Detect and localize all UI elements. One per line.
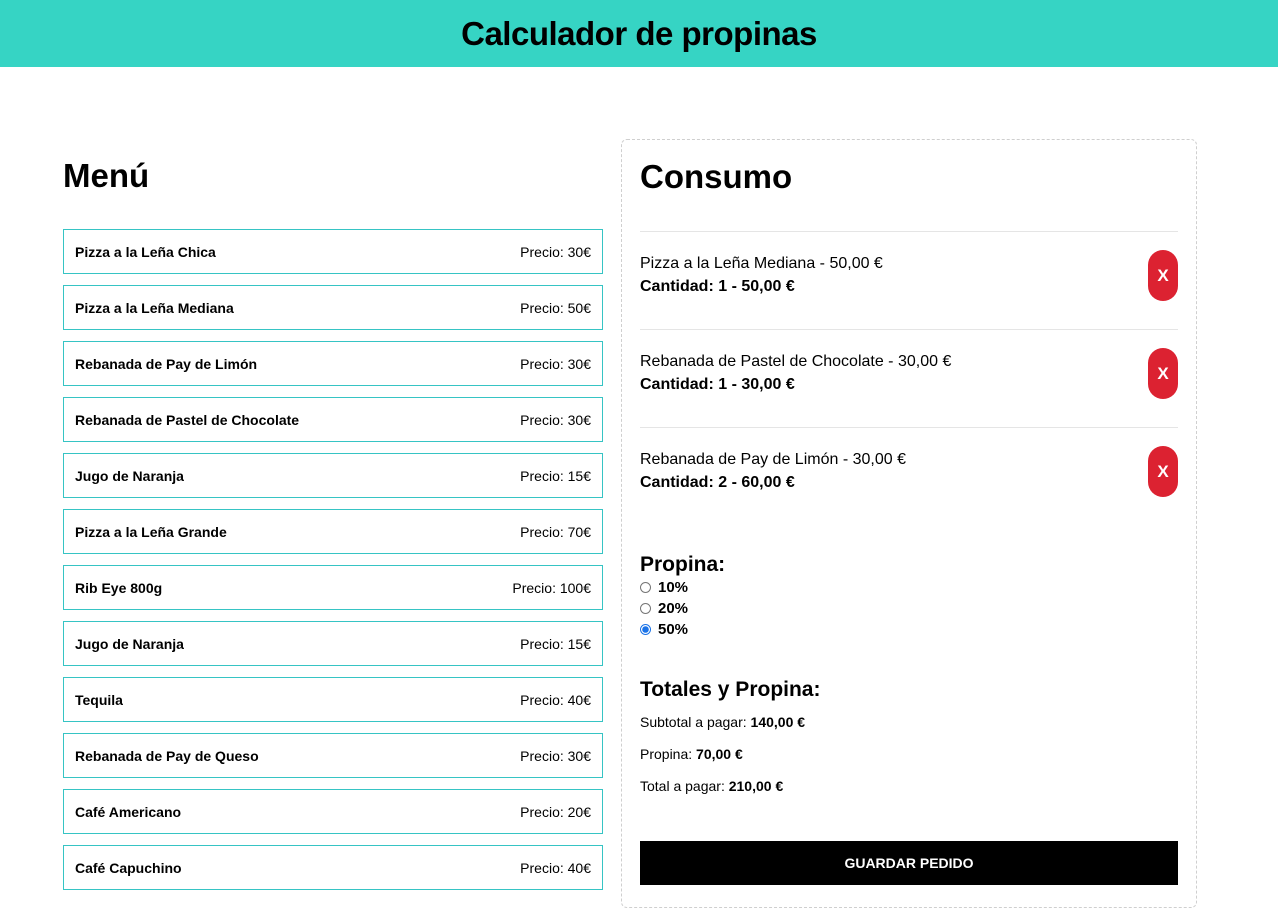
order-item-quantity: Cantidad: 2 - 60,00 € xyxy=(640,474,795,491)
menu-item-price: Precio: 15€ xyxy=(520,467,591,484)
menu-item[interactable]: Rebanada de Pastel de Chocolate Precio: … xyxy=(63,397,603,442)
menu-item-name: Tequila xyxy=(75,691,123,708)
subtotal-value: 140,00 € xyxy=(750,714,806,730)
menu-list: Pizza a la Leña Chica Precio: 30€ Pizza … xyxy=(63,229,603,901)
totals-title: Totales y Propina: xyxy=(640,678,821,701)
menu-item-name: Pizza a la Leña Mediana xyxy=(75,299,234,316)
menu-item[interactable]: Jugo de Naranja Precio: 15€ xyxy=(63,453,603,498)
subtotal-row: Subtotal a pagar: 140,00 € xyxy=(640,713,1178,731)
tip-option-label[interactable]: 50% xyxy=(658,621,688,638)
menu-item[interactable]: Rib Eye 800g Precio: 100€ xyxy=(63,565,603,610)
menu-item-name: Café Capuchino xyxy=(75,859,182,876)
menu-item[interactable]: Rebanada de Pay de Queso Precio: 30€ xyxy=(63,733,603,778)
app-header: Calculador de propinas xyxy=(0,0,1278,67)
tip-amount-value: 70,00 € xyxy=(696,746,743,762)
tip-radio-10[interactable] xyxy=(640,582,651,593)
consumo-title: Consumo xyxy=(640,158,793,195)
menu-item-price: Precio: 100€ xyxy=(512,579,591,596)
menu-item-price: Precio: 40€ xyxy=(520,691,591,708)
total-value: 210,00 € xyxy=(728,778,784,794)
order-item-quantity: Cantidad: 1 - 50,00 € xyxy=(640,278,795,295)
menu-item-price: Precio: 15€ xyxy=(520,635,591,652)
menu-item[interactable]: Pizza a la Leña Grande Precio: 70€ xyxy=(63,509,603,554)
tip-title: Propina: xyxy=(640,553,726,576)
page-title: Calculador de propinas xyxy=(461,14,817,52)
order-item-description: Pizza a la Leña Mediana - 50,00 € xyxy=(640,255,883,272)
menu-item-name: Pizza a la Leña Grande xyxy=(75,523,227,540)
total-row: Total a pagar: 210,00 € xyxy=(640,777,1178,795)
menu-title: Menú xyxy=(63,157,150,194)
menu-item-name: Pizza a la Leña Chica xyxy=(75,243,216,260)
tip-amount-row: Propina: 70,00 € xyxy=(640,745,1178,763)
tip-option-50: 50% xyxy=(640,619,1178,640)
menu-item-price: Precio: 30€ xyxy=(520,355,591,372)
menu-item[interactable]: Pizza a la Leña Chica Precio: 30€ xyxy=(63,229,603,274)
tip-radio-50[interactable] xyxy=(640,624,651,635)
menu-item-name: Rib Eye 800g xyxy=(75,579,163,596)
order-item: Rebanada de Pay de Limón - 30,00 € Canti… xyxy=(640,427,1178,525)
menu-item-price: Precio: 30€ xyxy=(520,243,591,260)
consumo-panel: Consumo Pizza a la Leña Mediana - 50,00 … xyxy=(621,139,1197,908)
menu-item[interactable]: Jugo de Naranja Precio: 15€ xyxy=(63,621,603,666)
menu-item-price: Precio: 40€ xyxy=(520,859,591,876)
order-item: Rebanada de Pastel de Chocolate - 30,00 … xyxy=(640,329,1178,427)
menu-item-name: Rebanada de Pay de Limón xyxy=(75,355,258,372)
menu-item-price: Precio: 50€ xyxy=(520,299,591,316)
totals-section: Totales y Propina: Subtotal a pagar: 140… xyxy=(640,678,1178,795)
tip-option-20: 20% xyxy=(640,598,1178,619)
remove-item-button[interactable]: X xyxy=(1148,250,1178,301)
menu-item[interactable]: Tequila Precio: 40€ xyxy=(63,677,603,722)
menu-item[interactable]: Café Americano Precio: 20€ xyxy=(63,789,603,834)
menu-item-name: Rebanada de Pay de Queso xyxy=(75,747,259,764)
subtotal-label: Subtotal a pagar: xyxy=(640,714,747,730)
remove-item-button[interactable]: X xyxy=(1148,348,1178,399)
tip-section: Propina: 10% 20% 50% xyxy=(640,553,1178,640)
menu-section: Menú Pizza a la Leña Chica Precio: 30€ P… xyxy=(63,156,603,901)
tip-option-10: 10% xyxy=(640,577,1178,598)
menu-item-name: Rebanada de Pastel de Chocolate xyxy=(75,411,300,428)
menu-item-price: Precio: 70€ xyxy=(520,523,591,540)
remove-item-button[interactable]: X xyxy=(1148,446,1178,497)
menu-item-name: Jugo de Naranja xyxy=(75,635,184,652)
tip-radio-20[interactable] xyxy=(640,603,651,614)
save-order-button[interactable]: Guardar pedido xyxy=(640,841,1178,885)
menu-item[interactable]: Pizza a la Leña Mediana Precio: 50€ xyxy=(63,285,603,330)
order-item: Pizza a la Leña Mediana - 50,00 € Cantid… xyxy=(640,231,1178,329)
order-item-quantity: Cantidad: 1 - 30,00 € xyxy=(640,376,795,393)
menu-item-price: Precio: 20€ xyxy=(520,803,591,820)
menu-item-price: Precio: 30€ xyxy=(520,747,591,764)
order-item-description: Rebanada de Pay de Limón - 30,00 € xyxy=(640,451,906,468)
menu-item-name: Café Americano xyxy=(75,803,182,820)
tip-amount-label: Propina: xyxy=(640,746,693,762)
menu-item[interactable]: Café Capuchino Precio: 40€ xyxy=(63,845,603,890)
menu-item[interactable]: Rebanada de Pay de Limón Precio: 30€ xyxy=(63,341,603,386)
tip-option-label[interactable]: 20% xyxy=(658,600,688,617)
total-label: Total a pagar: xyxy=(640,778,725,794)
order-item-description: Rebanada de Pastel de Chocolate - 30,00 … xyxy=(640,353,952,370)
menu-item-price: Precio: 30€ xyxy=(520,411,591,428)
menu-item-name: Jugo de Naranja xyxy=(75,467,184,484)
tip-option-label[interactable]: 10% xyxy=(658,579,688,596)
